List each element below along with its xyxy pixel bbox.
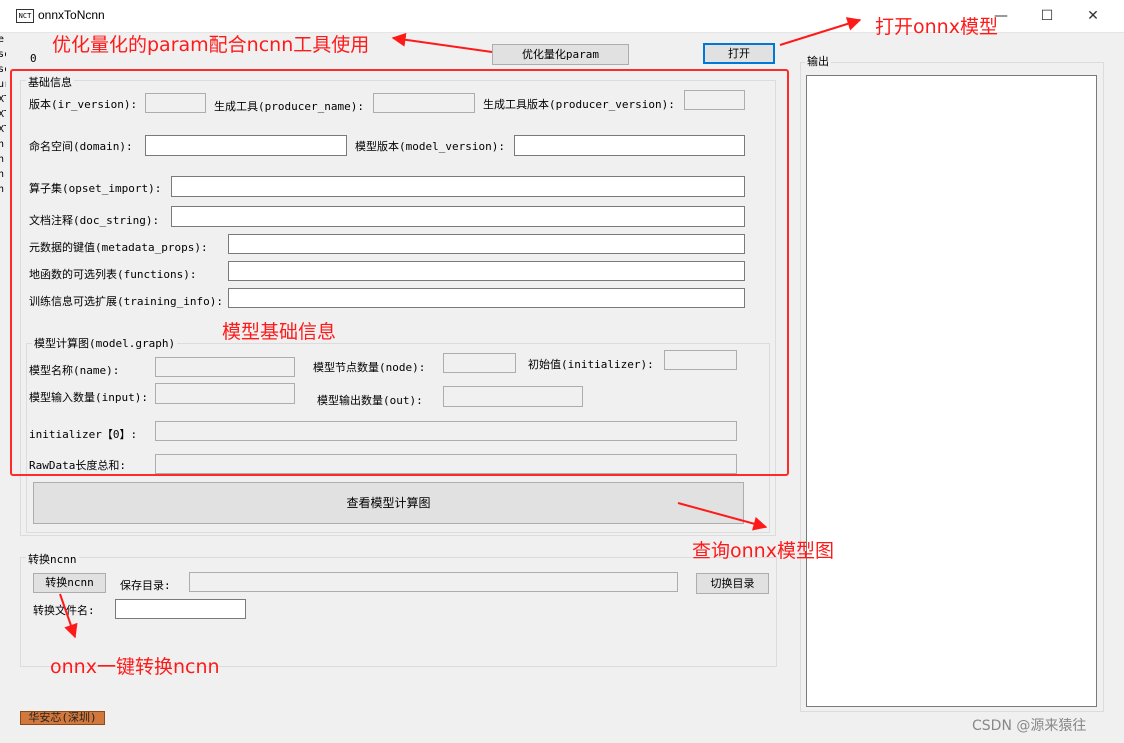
open-arrow [779,17,862,46]
optimize-arrow [391,32,493,53]
view-graph-arrow [677,502,768,531]
annotation-arrows [59,17,862,639]
convert-arrow [59,593,78,639]
